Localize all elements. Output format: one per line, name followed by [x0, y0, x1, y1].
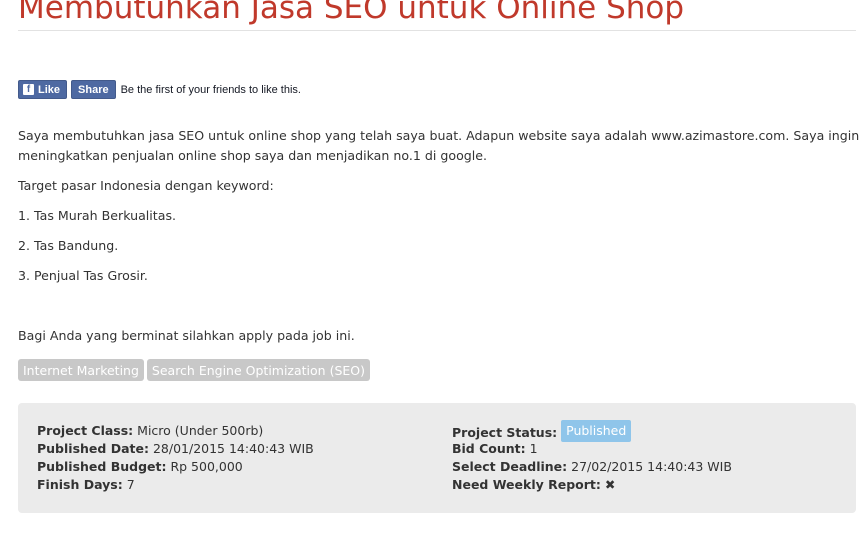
- details-left-column: Project Class: Micro (Under 500rb) Publi…: [37, 422, 314, 494]
- finish-days-value: 7: [126, 477, 135, 492]
- select-deadline-row: Select Deadline: 27/02/2015 14:40:43 WIB: [452, 458, 732, 476]
- project-details-panel: Project Class: Micro (Under 500rb) Publi…: [18, 403, 856, 513]
- bid-count-row: Bid Count: 1: [452, 440, 732, 458]
- published-date-row: Published Date: 28/01/2015 14:40:43 WIB: [37, 440, 314, 458]
- description-line: meningkatkan penjualan online shop saya …: [18, 148, 488, 163]
- tag-list: Internet Marketing Search Engine Optimiz…: [18, 359, 373, 381]
- like-label: Like: [38, 83, 61, 96]
- page-title: Membutuhkan Jasa SEO untuk Online Shop: [18, 0, 685, 26]
- status-badge: Published: [561, 420, 632, 442]
- project-class-row: Project Class: Micro (Under 500rb): [37, 422, 314, 440]
- facebook-social-bar: f Like Share Be the first of your friend…: [18, 80, 301, 99]
- keyword-item: 3. Penjual Tas Grosir.: [18, 268, 148, 283]
- weekly-report-label: Need Weekly Report:: [452, 477, 601, 492]
- share-label: Share: [78, 83, 109, 96]
- weekly-report-row: Need Weekly Report: ✖: [452, 476, 732, 494]
- tag-seo[interactable]: Search Engine Optimization (SEO): [146, 359, 370, 381]
- facebook-share-button[interactable]: Share: [71, 80, 116, 99]
- finish-days-label: Finish Days:: [37, 477, 123, 492]
- project-class-label: Project Class:: [37, 423, 134, 438]
- details-right-column: Project Status: Published Bid Count: 1 S…: [452, 420, 732, 494]
- select-deadline-label: Select Deadline:: [452, 459, 568, 474]
- title-divider: [18, 30, 856, 31]
- published-budget-label: Published Budget:: [37, 459, 167, 474]
- facebook-social-text: Be the first of your friends to like thi…: [120, 83, 301, 96]
- project-status-row: Project Status: Published: [452, 420, 732, 442]
- bid-count-label: Bid Count:: [452, 441, 526, 456]
- keyword-item: 1. Tas Murah Berkualitas.: [18, 208, 177, 223]
- close-icon: ✖: [604, 477, 616, 492]
- project-class-value: Micro (Under 500rb): [137, 423, 264, 438]
- published-date-value: 28/01/2015 14:40:43 WIB: [152, 441, 314, 456]
- project-status-label: Project Status:: [452, 425, 558, 440]
- facebook-icon: f: [23, 84, 34, 95]
- description-closing: Bagi Anda yang berminat silahkan apply p…: [18, 328, 355, 343]
- published-budget-row: Published Budget: Rp 500,000: [37, 458, 314, 476]
- select-deadline-value: 27/02/2015 14:40:43 WIB: [571, 459, 732, 474]
- finish-days-row: Finish Days: 7: [37, 476, 314, 494]
- facebook-like-button[interactable]: f Like: [18, 80, 68, 99]
- keyword-item: 2. Tas Bandung.: [18, 238, 119, 253]
- published-budget-value: Rp 500,000: [170, 459, 243, 474]
- description-line: Saya membutuhkan jasa SEO untuk online s…: [18, 128, 860, 143]
- description-target: Target pasar Indonesia dengan keyword:: [18, 178, 274, 193]
- tag-internet-marketing[interactable]: Internet Marketing: [18, 359, 144, 381]
- bid-count-value: 1: [529, 441, 538, 456]
- published-date-label: Published Date:: [37, 441, 149, 456]
